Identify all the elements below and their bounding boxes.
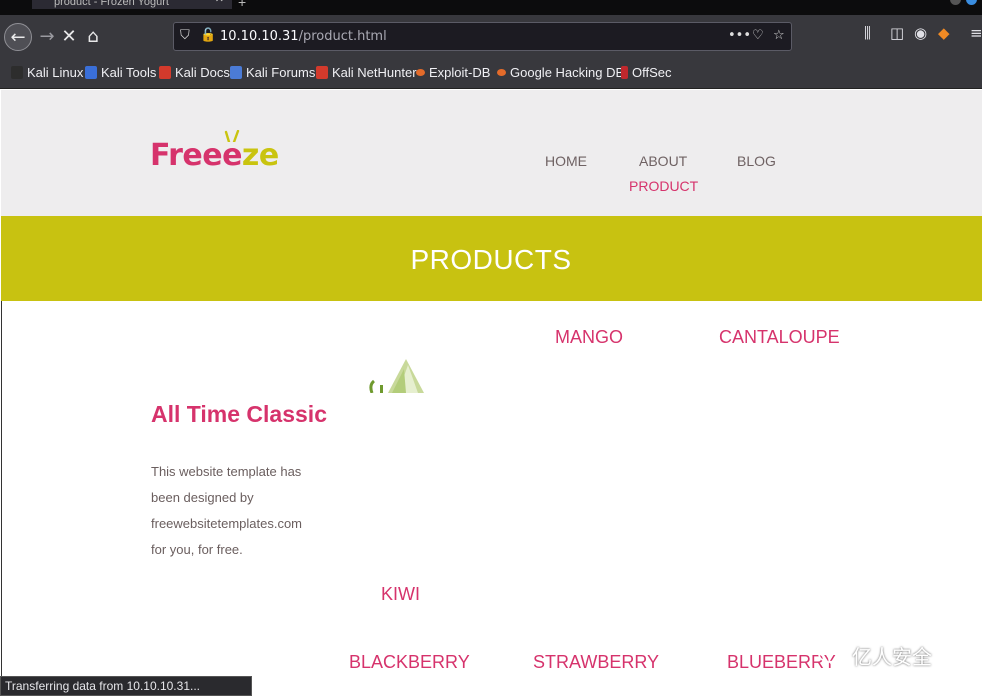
- url-text[interactable]: 10.10.10.31/product.html: [220, 29, 387, 44]
- bookmark-exploit-db[interactable]: Exploit-DB: [416, 65, 490, 80]
- bookmark-kali-nethunter[interactable]: Kali NetHunter: [316, 65, 417, 80]
- shield-icon[interactable]: ⛉: [180, 28, 190, 43]
- bookmark-label: Kali Linux: [27, 65, 84, 80]
- logo-text-accent: ze: [241, 138, 279, 173]
- kali-docs-icon: [159, 66, 171, 79]
- menu-icon[interactable]: ≡: [970, 24, 982, 42]
- url-path: /product.html: [298, 29, 387, 44]
- kali-forums-icon: [230, 66, 242, 79]
- tab-close-icon[interactable]: ✕: [215, 0, 224, 5]
- nav-blog[interactable]: BLOG: [737, 153, 776, 169]
- extension-icon[interactable]: ◆: [938, 24, 950, 42]
- kali-nethunter-icon: [316, 66, 328, 79]
- kali-tools-icon: [85, 66, 97, 79]
- bookmark-google-hacking-db[interactable]: Google Hacking DB: [497, 65, 624, 80]
- kali-dragon-icon: [11, 66, 23, 79]
- logo-text-main: Freee: [150, 138, 242, 173]
- bookmark-label: Kali Tools: [101, 65, 157, 80]
- browser-tab[interactable]: product - Frozen Yogurt ✕: [32, 0, 232, 9]
- classic-heading: All Time Classic: [151, 401, 327, 427]
- bookmark-label: Exploit-DB: [429, 65, 491, 80]
- nav-home[interactable]: HOME: [545, 153, 587, 169]
- ghdb-icon: [497, 69, 506, 76]
- bookmark-kali-linux[interactable]: Kali Linux: [11, 65, 83, 80]
- back-arrow-icon[interactable]: ←: [4, 23, 32, 51]
- bookmark-kali-forums[interactable]: Kali Forums: [230, 65, 315, 80]
- product-blackberry[interactable]: BLACKBERRY: [349, 652, 470, 673]
- wechat-icon: [818, 644, 846, 666]
- url-host: 10.10.10.31: [220, 29, 299, 44]
- status-bar: Transferring data from 10.10.10.31...: [0, 676, 252, 696]
- tab-title: product - Frozen Yogurt: [54, 0, 169, 8]
- sprout-icon: [224, 130, 240, 142]
- sidebar-icon[interactable]: ◫: [890, 24, 904, 42]
- exploit-db-icon: [416, 69, 425, 76]
- offsec-icon: [621, 66, 628, 79]
- site-logo[interactable]: Freeeze: [150, 138, 279, 173]
- pocket-icon[interactable]: ♡: [752, 28, 764, 43]
- account-icon[interactable]: ◉: [914, 24, 927, 42]
- product-kiwi[interactable]: KIWI: [381, 584, 420, 605]
- bookmark-label: Kali Docs: [175, 65, 230, 80]
- page-actions-icon[interactable]: •••: [728, 28, 751, 43]
- bookmark-label: OffSec: [632, 65, 672, 80]
- bookmark-kali-tools[interactable]: Kali Tools: [85, 65, 156, 80]
- product-cantaloupe[interactable]: CANTALOUPE: [719, 327, 840, 348]
- broken-fruit-image: [369, 359, 424, 393]
- watermark: 亿人安全: [818, 641, 932, 670]
- insecure-lock-icon[interactable]: 🔓: [200, 28, 216, 43]
- bookmark-star-icon[interactable]: ☆: [773, 28, 785, 43]
- product-mango[interactable]: MANGO: [555, 327, 623, 348]
- watermark-text: 亿人安全: [852, 647, 932, 669]
- bookmark-label: Google Hacking DB: [510, 65, 625, 80]
- nav-product[interactable]: PRODUCT: [629, 178, 698, 194]
- page-title: PRODUCTS: [410, 244, 572, 275]
- bookmark-kali-docs[interactable]: Kali Docs: [159, 65, 230, 80]
- product-strawberry[interactable]: STRAWBERRY: [533, 652, 659, 673]
- nav-about[interactable]: ABOUT: [639, 153, 687, 169]
- home-icon[interactable]: ⌂: [79, 23, 107, 51]
- site-header: [1, 90, 982, 216]
- library-icon[interactable]: ⫼: [864, 24, 871, 42]
- bookmark-offsec[interactable]: OffSec: [621, 65, 672, 80]
- url-bar[interactable]: ⛉ 🔓 10.10.10.31/product.html ••• ♡ ☆: [173, 22, 792, 51]
- bookmark-label: Kali NetHunter: [332, 65, 417, 80]
- new-tab-icon[interactable]: +: [238, 0, 246, 10]
- classic-description: This website template has been designed …: [151, 464, 303, 557]
- bookmark-label: Kali Forums: [246, 65, 316, 80]
